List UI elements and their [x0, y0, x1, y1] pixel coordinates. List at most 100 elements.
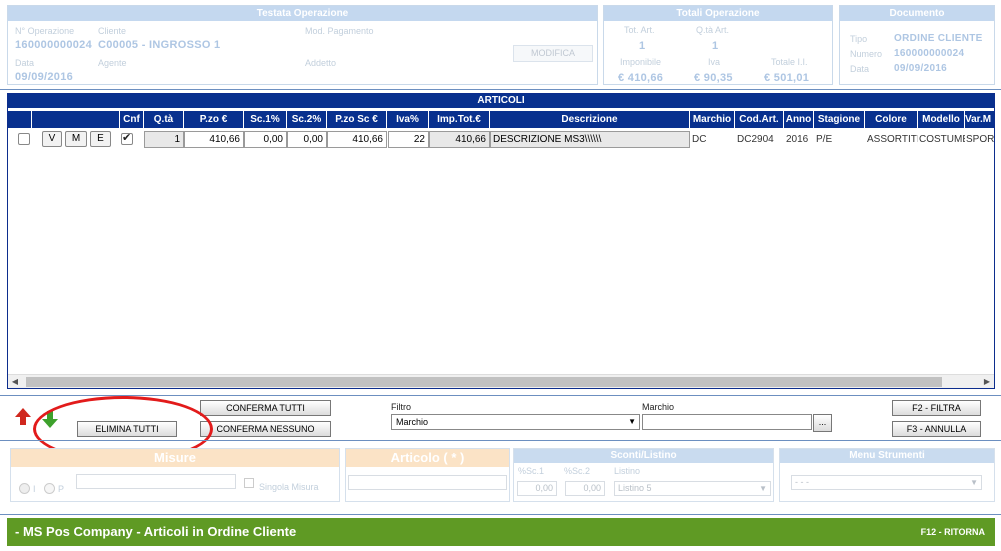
header-cod-art[interactable]: Cod.Art. [735, 111, 784, 128]
dropdown-caret-icon: ▼ [759, 484, 767, 493]
iva-label: Iva [708, 57, 721, 67]
articoli-grid: ARTICOLI Cnf Q.tà P.zo € Sc.1% Sc.2% P.z… [7, 93, 995, 389]
modify-button[interactable]: M [65, 131, 87, 147]
browse-button[interactable]: ... [813, 414, 832, 432]
header-cnf[interactable]: Cnf [120, 111, 144, 128]
view-button[interactable]: V [42, 131, 62, 147]
singola-misura-label: Singola Misura [259, 482, 319, 492]
header-prezzo[interactable]: P.zo € [184, 111, 244, 128]
prezzo-sc-field[interactable]: 410,66 [327, 131, 387, 148]
misura-input[interactable] [76, 474, 236, 489]
sc1-input[interactable]: 0,00 [517, 481, 557, 496]
menu-strumenti-title: Menu Strumenti [780, 449, 994, 463]
modello-cell: COSTUME [919, 134, 965, 145]
modifica-button[interactable]: MODIFICA [513, 45, 593, 62]
header-var[interactable]: Var.M [965, 111, 994, 128]
documento-data-value: 09/09/2016 [894, 63, 948, 74]
scroll-thumb[interactable] [26, 377, 942, 387]
n-operazione-label: N° Operazione [15, 26, 75, 36]
divider [0, 514, 1001, 515]
sc1-label: %Sc.1 [518, 466, 545, 476]
sc2-label: %Sc.2 [564, 466, 591, 476]
listino-select-value: Listino 5 [618, 483, 652, 493]
imponibile-label: Imponibile [620, 57, 662, 67]
articolo-title: Articolo ( * ) [346, 449, 509, 467]
totali-panel: Totali Operazione Tot. Art. Q.tà Art. 1 … [603, 5, 833, 85]
sc2-input[interactable]: 0,00 [565, 481, 605, 496]
tipo-label: Tipo [850, 34, 868, 44]
header-colore[interactable]: Colore [865, 111, 918, 128]
qta-art-label: Q.tà Art. [696, 25, 730, 35]
sc2-field[interactable]: 0,00 [287, 131, 327, 148]
iva-field[interactable]: 22 [388, 131, 429, 148]
marchio-input[interactable] [642, 414, 812, 430]
divider [0, 440, 1001, 441]
marchio-cell: DC [692, 134, 707, 145]
radio-p[interactable] [44, 483, 55, 494]
divider [0, 89, 1001, 90]
qta-art-value: 1 [712, 40, 719, 52]
colore-cell: ASSORTITI [867, 134, 918, 145]
dropdown-caret-icon: ▼ [970, 478, 978, 487]
numero-value: 160000000024 [894, 48, 965, 59]
var-cell: SPORT [966, 134, 995, 145]
imp-tot-field: 410,66 [429, 131, 490, 148]
radio-i[interactable] [19, 483, 30, 494]
header-descrizione[interactable]: Descrizione [490, 111, 690, 128]
documento-panel: Documento Tipo ORDINE CLIENTE Numero 160… [839, 5, 995, 85]
radio-p-label: P [58, 484, 65, 494]
menu-strumenti-value: - - - [795, 477, 809, 487]
header-marchio[interactable]: Marchio [690, 111, 735, 128]
addetto-label: Addetto [305, 58, 337, 68]
annulla-button[interactable]: F3 - ANNULLA [892, 421, 981, 437]
menu-strumenti-panel: Menu Strumenti - - - ▼ [779, 448, 995, 502]
tipo-value: ORDINE CLIENTE [894, 33, 983, 44]
scroll-right-icon[interactable]: ▶ [980, 375, 994, 388]
conferma-tutti-button[interactable]: CONFERMA TUTTI [200, 400, 331, 416]
row-select-checkbox[interactable] [18, 133, 30, 145]
imponibile-value: € 410,66 [618, 72, 664, 84]
filtro-select[interactable]: Marchio ▼ [391, 414, 640, 430]
mod-pagamento-label: Mod. Pagamento [305, 26, 374, 36]
header-stagione[interactable]: Stagione [814, 111, 865, 128]
articolo-panel: Articolo ( * ) [345, 448, 510, 502]
marchio-label: Marchio [642, 402, 675, 412]
cod-art-cell: DC2904 [737, 134, 774, 145]
header-select [8, 111, 32, 128]
dropdown-caret-icon: ▼ [628, 417, 636, 426]
prezzo-field[interactable]: 410,66 [184, 131, 244, 148]
header-prezzo-sc[interactable]: P.zo Sc € [327, 111, 387, 128]
qta-field[interactable]: 1 [144, 131, 184, 148]
sc1-field[interactable]: 0,00 [244, 131, 287, 148]
testata-panel: Testata Operazione N° Operazione Cliente… [7, 5, 598, 85]
delete-button[interactable]: E [90, 131, 111, 147]
conferma-nessuno-button[interactable]: CONFERMA NESSUNO [200, 421, 331, 437]
tot-art-label: Tot. Art. [624, 25, 655, 35]
header-anno[interactable]: Anno [784, 111, 814, 128]
totali-title: Totali Operazione [604, 6, 832, 21]
menu-strumenti-select[interactable]: - - - ▼ [791, 475, 982, 490]
cnf-checkbox[interactable] [121, 131, 133, 145]
agente-label: Agente [98, 58, 127, 68]
header-iva[interactable]: Iva% [387, 111, 429, 128]
header-imp-tot[interactable]: Imp.Tot.€ [429, 111, 490, 128]
filtra-button[interactable]: F2 - FILTRA [892, 400, 981, 416]
header-sc1[interactable]: Sc.1% [244, 111, 287, 128]
scroll-left-icon[interactable]: ◀ [8, 375, 22, 388]
header-sc2[interactable]: Sc.2% [287, 111, 327, 128]
iva-value: € 90,35 [694, 72, 733, 84]
singola-misura-checkbox[interactable] [244, 478, 254, 488]
header-qta[interactable]: Q.tà [144, 111, 184, 128]
header-modello[interactable]: Modello [918, 111, 965, 128]
table-row[interactable]: V M E 1 410,66 0,00 0,00 410,66 22 410,6… [8, 130, 995, 149]
documento-data-label: Data [850, 64, 870, 74]
documento-title: Documento [840, 6, 994, 21]
listino-select[interactable]: Listino 5 ▼ [614, 481, 771, 496]
n-operazione-value: 160000000024 [15, 39, 93, 51]
testata-title: Testata Operazione [8, 6, 597, 21]
ritorna-button[interactable]: F12 - RITORNA [921, 527, 985, 537]
numero-label: Numero [850, 49, 883, 59]
horizontal-scrollbar[interactable]: ◀ ▶ [8, 374, 994, 388]
header-actions [32, 111, 120, 128]
articolo-input[interactable] [348, 475, 507, 490]
